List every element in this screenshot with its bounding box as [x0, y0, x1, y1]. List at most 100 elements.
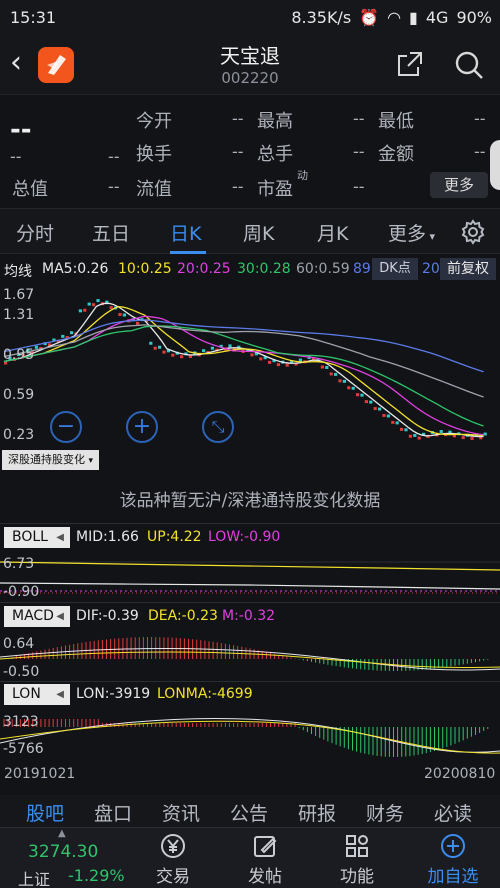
candle — [70, 331, 74, 335]
candle — [298, 358, 302, 362]
candle — [338, 379, 342, 383]
tab-weekly-k[interactable]: 周K — [243, 219, 274, 246]
tab-more[interactable]: 更多 ▾ — [388, 219, 435, 246]
candle — [268, 360, 272, 364]
candle — [78, 309, 82, 313]
divider — [0, 602, 500, 603]
zoom-out-icon[interactable]: − — [50, 411, 82, 443]
candle — [382, 413, 386, 417]
index-value[interactable]: 3274.30 — [28, 842, 98, 862]
field-label: 换手 — [136, 144, 172, 165]
tab-research[interactable]: 研报 — [298, 799, 336, 826]
candle — [158, 345, 162, 349]
chevron-down-icon: ▾ — [426, 230, 436, 243]
hk-holding-tag[interactable]: 深股通持股变化 ▾ — [2, 450, 100, 470]
ma-label: 均线 — [4, 264, 32, 280]
macd-name: MACD — [12, 608, 54, 624]
nav-label: 加自选 — [427, 867, 479, 887]
tab-orderbook[interactable]: 盘口 — [94, 799, 132, 826]
zoom-in-icon[interactable]: + — [126, 411, 158, 443]
field-value: -- — [108, 177, 120, 196]
candle — [417, 436, 421, 440]
field-value: -- — [232, 177, 244, 196]
candle — [259, 357, 263, 361]
y-tick: 1.31 — [3, 307, 35, 323]
boll-selector[interactable]: BOLL ◀ — [4, 527, 70, 548]
candle — [285, 363, 289, 367]
lon-value: LON:-3919 — [76, 686, 151, 702]
boll-y-top: 6.73 — [3, 556, 35, 572]
ma5-value: MA5:0.26 — [42, 261, 109, 277]
wifi-icon: ◠ — [387, 8, 402, 27]
candle — [162, 350, 166, 354]
macd-m: M:-0.32 — [222, 608, 276, 624]
chevron-down-icon: ◀ — [56, 532, 64, 543]
more-button[interactable]: 更多 — [430, 172, 488, 198]
candle — [395, 421, 399, 425]
nav-label: 交易 — [156, 867, 190, 887]
divider — [0, 523, 500, 524]
lon-selector[interactable]: LON ◀ — [4, 684, 70, 705]
candle — [149, 341, 153, 345]
ma30-value: 30:0.28 — [237, 261, 291, 277]
candle — [118, 313, 122, 317]
nav-trade[interactable]: 交易 — [138, 832, 208, 887]
candle — [470, 437, 474, 440]
field-value: -- — [353, 177, 365, 196]
gear-icon[interactable] — [460, 219, 486, 249]
tab-daily-k[interactable]: 日K — [170, 219, 201, 246]
field-label: 最低 — [378, 111, 414, 132]
candle — [360, 393, 364, 397]
boll-up: UP:4.22 — [147, 529, 202, 545]
nav-post[interactable]: 发帖 — [230, 832, 300, 887]
side-handle[interactable] — [490, 140, 500, 190]
candle — [347, 386, 351, 390]
forward-adjust-button[interactable]: 前复权 — [440, 258, 496, 280]
stock-header: ‹ 天宝退 002220 — [0, 36, 500, 94]
candle — [391, 420, 395, 424]
candle — [276, 363, 280, 367]
candle — [171, 353, 175, 357]
ma-legend: 均线 MA5:0.26 10:0.25 20:0.25 30:0.28 60:0… — [0, 258, 500, 282]
tab-forum[interactable]: 股吧 — [26, 799, 64, 826]
chevron-down-icon: ◀ — [56, 611, 64, 622]
lon-chart — [0, 717, 500, 757]
kline-chart[interactable]: 1.67 1.31 0.95 0.59 0.23 − + ⤡ — [0, 283, 500, 448]
tab-news[interactable]: 资讯 — [162, 799, 200, 826]
expand-icon[interactable]: ⤡ — [202, 411, 234, 443]
lon-y-top: 3123 — [3, 714, 39, 730]
y-tick: 0.59 — [3, 387, 35, 403]
tab-intraday[interactable]: 分时 — [16, 219, 54, 246]
add-circle-icon — [418, 832, 488, 862]
search-icon[interactable] — [454, 50, 484, 84]
boll-mid: MID:1.66 — [76, 529, 139, 545]
field-label: 今开 — [136, 111, 172, 132]
nav-add-watchlist[interactable]: 加自选 — [418, 832, 488, 887]
yuan-icon — [138, 832, 208, 862]
ma60-value: 60:0.59 — [296, 261, 350, 277]
dk-point-button[interactable]: DK点 — [372, 258, 418, 280]
tab-finance[interactable]: 财务 — [366, 799, 404, 826]
hk-holding-label: 深股通持股变化 — [8, 453, 85, 466]
ma-next-value: 20 — [422, 261, 440, 277]
boll-bar: BOLL ◀ MID:1.66 UP:4.22 LOW:-0.90 — [0, 527, 500, 549]
tab-announcements[interactable]: 公告 — [230, 799, 268, 826]
tab-five-day[interactable]: 五日 — [92, 219, 130, 246]
field-value: -- — [353, 142, 365, 161]
share-icon[interactable] — [396, 50, 424, 82]
lon-name: LON — [12, 686, 41, 702]
macd-selector[interactable]: MACD ◀ — [4, 606, 70, 627]
tab-monthly-k[interactable]: 月K — [317, 219, 348, 246]
nav-functions[interactable]: 功能 — [322, 832, 392, 887]
quote-panel: -- -- -- -- 今开 -- 最高 -- 最低 -- 换手 -- 总手 -… — [0, 94, 500, 206]
candle — [250, 353, 254, 357]
field-value: -- — [353, 109, 365, 128]
index-name[interactable]: 上证 — [18, 866, 50, 888]
candle — [122, 313, 126, 317]
tab-must-read[interactable]: 必读 — [434, 799, 472, 826]
price-change: -- — [10, 147, 22, 166]
caret-up-icon: ▲ — [58, 828, 66, 839]
stock-code: 002220 — [221, 69, 279, 87]
candle — [413, 433, 417, 437]
chevron-down-icon: ◀ — [56, 689, 64, 700]
